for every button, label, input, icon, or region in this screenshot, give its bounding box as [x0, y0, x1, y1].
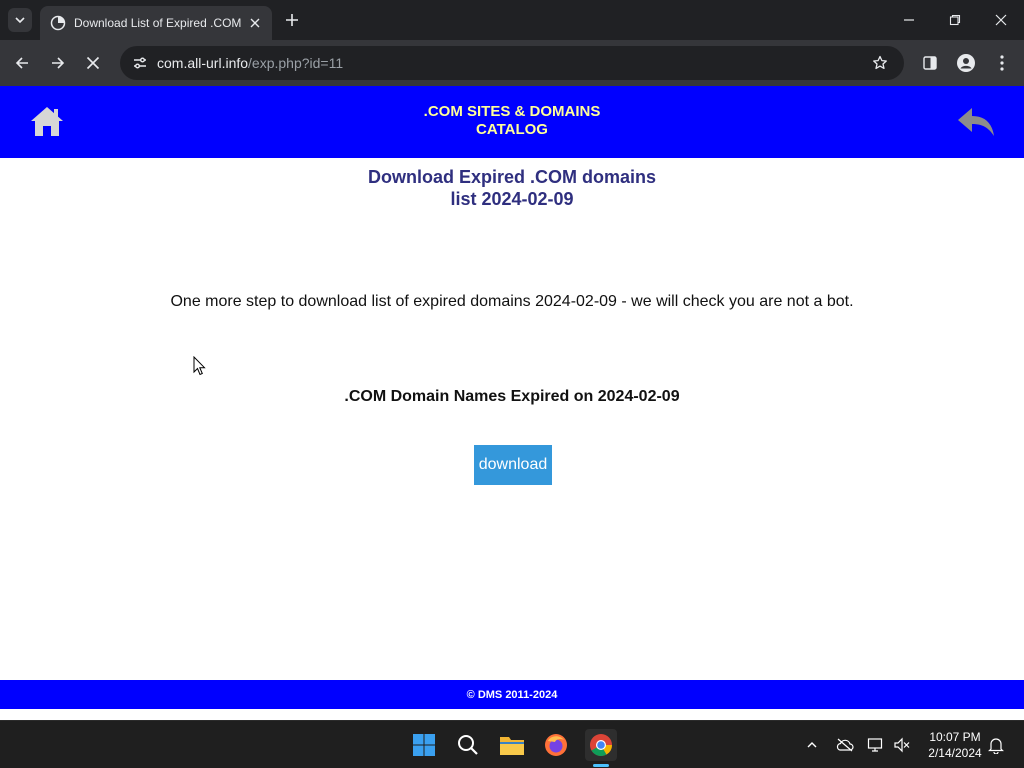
browser-tab[interactable]: Download List of Expired .COM [40, 6, 272, 40]
file-explorer-icon[interactable] [496, 729, 528, 761]
windows-start-icon[interactable] [408, 729, 440, 761]
bookmark-star-icon[interactable] [870, 53, 890, 73]
browser-tab-strip: Download List of Expired .COM [0, 0, 1024, 40]
url-text: com.all-url.info/exp.php?id=11 [157, 55, 343, 71]
site-footer: © DMS 2011-2024 [0, 680, 1024, 709]
cloud-offline-icon[interactable] [835, 735, 855, 755]
reply-back-icon[interactable] [956, 104, 996, 140]
chrome-icon[interactable] [585, 729, 617, 761]
url-path: /exp.php?id=11 [248, 55, 344, 71]
site-name-line1: .COM SITES & DOMAINS [423, 103, 601, 120]
mouse-cursor-icon [193, 356, 206, 376]
footer-spacer [0, 709, 1024, 720]
site-name-line2: CATALOG [476, 121, 548, 138]
address-bar[interactable]: com.all-url.info/exp.php?id=11 [120, 46, 904, 80]
home-icon[interactable] [29, 104, 65, 140]
browser-toolbar: com.all-url.info/exp.php?id=11 [0, 40, 1024, 86]
volume-muted-icon[interactable] [892, 735, 912, 755]
windows-taskbar: 10:07 PM 2/14/2024 [0, 720, 1024, 768]
restore-icon[interactable] [943, 8, 967, 32]
chevron-down-icon [15, 17, 25, 24]
tab-search-button[interactable] [8, 8, 32, 32]
site-header: .COM SITES & DOMAINS CATALOG [0, 86, 1024, 158]
close-window-icon[interactable] [989, 8, 1013, 32]
forward-arrow-icon[interactable] [46, 51, 70, 75]
bot-check-message: One more step to download list of expire… [170, 293, 854, 310]
page-title: Download Expired .COM domains list 2024-… [312, 166, 712, 210]
system-clock[interactable]: 10:07 PM 2/14/2024 [920, 729, 990, 761]
search-icon[interactable] [452, 729, 484, 761]
active-app-indicator [593, 764, 609, 767]
download-button[interactable]: download [474, 445, 552, 485]
chevron-up-icon[interactable] [802, 735, 822, 755]
clock-time: 10:07 PM [929, 730, 981, 744]
clock-date: 2/14/2024 [928, 746, 982, 760]
notification-bell-icon[interactable] [986, 735, 1006, 755]
site-info-icon[interactable] [130, 53, 150, 73]
side-panel-icon[interactable] [918, 51, 942, 75]
tab-title: Download List of Expired .COM [74, 16, 242, 30]
section-heading: .COM Domain Names Expired on 2024-02-09 [344, 388, 680, 405]
new-tab-icon[interactable] [282, 10, 302, 30]
profile-avatar-icon[interactable] [954, 51, 978, 75]
stop-loading-icon[interactable] [81, 51, 105, 75]
site-favicon-icon [50, 15, 66, 31]
url-host: com.all-url.info [157, 55, 249, 71]
network-icon[interactable] [866, 735, 886, 755]
tab-close-icon[interactable] [246, 14, 264, 32]
page-title-line2: list 2024-02-09 [450, 189, 574, 209]
firefox-icon[interactable] [540, 729, 572, 761]
site-name[interactable]: .COM SITES & DOMAINS CATALOG [362, 103, 662, 139]
minimize-icon[interactable] [897, 8, 921, 32]
menu-kebab-icon[interactable] [990, 51, 1014, 75]
page-title-line1: Download Expired .COM domains [367, 167, 657, 187]
back-arrow-icon[interactable] [10, 51, 34, 75]
